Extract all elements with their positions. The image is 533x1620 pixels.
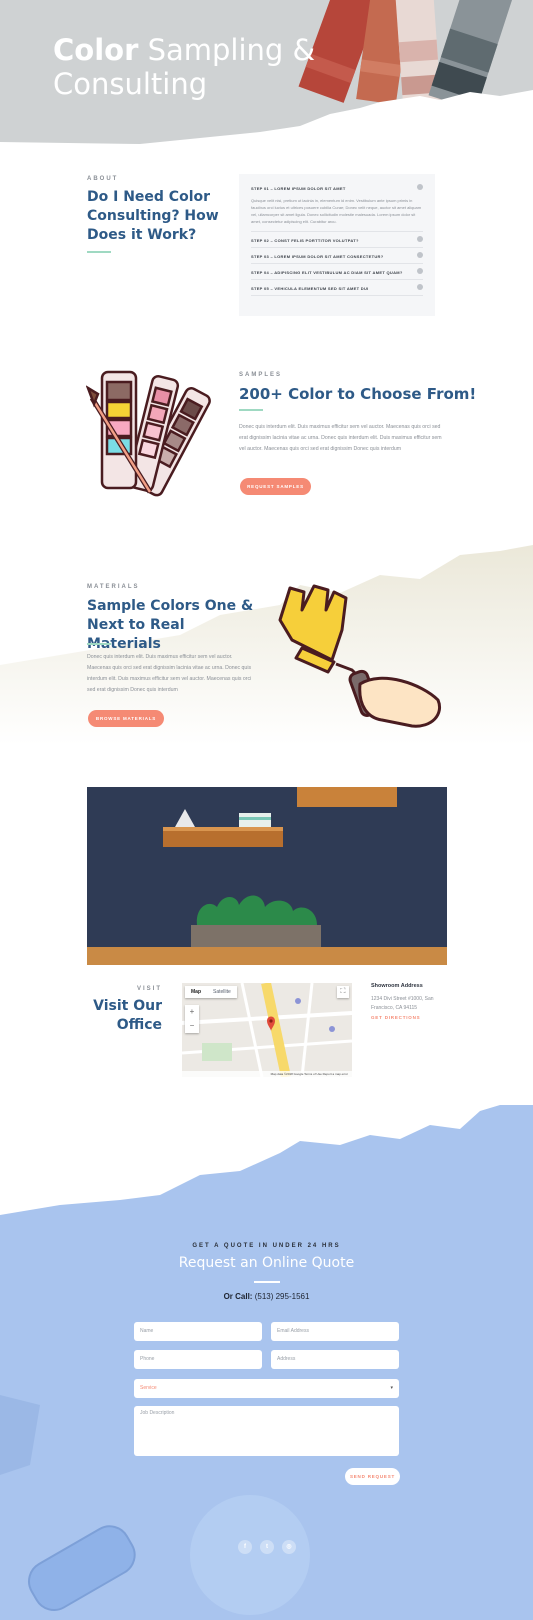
- chevron-down-icon: ▾: [390, 1385, 393, 1391]
- request-samples-button[interactable]: REQUEST SAMPLES: [240, 478, 311, 495]
- send-request-button[interactable]: SEND REQUEST: [345, 1468, 400, 1485]
- toggle-icon[interactable]: [417, 268, 423, 274]
- divider: [87, 643, 111, 645]
- twitter-icon[interactable]: t: [260, 1540, 274, 1554]
- fullscreen-icon[interactable]: ⛶: [337, 986, 349, 998]
- address-field[interactable]: Address: [271, 1350, 399, 1369]
- accordion-item[interactable]: STEP 03 – LOREM IPSUM DOLOR SIT AMET CON…: [251, 248, 423, 264]
- toggle-icon[interactable]: [417, 252, 423, 258]
- visit-title: Visit Our Office: [93, 998, 162, 1033]
- facebook-icon[interactable]: f: [238, 1540, 252, 1554]
- email-field[interactable]: Email Address: [271, 1322, 399, 1341]
- phone-number[interactable]: (513) 295-1561: [252, 1292, 310, 1301]
- service-value: Service: [140, 1385, 157, 1391]
- phone-field[interactable]: Phone: [134, 1350, 262, 1369]
- map-tab[interactable]: Map: [185, 986, 207, 998]
- materials-body: Donec quis interdum elit. Duis maximus e…: [87, 654, 252, 693]
- visit-eyebrow: VISIT: [136, 986, 162, 992]
- name-field[interactable]: Name: [134, 1322, 262, 1341]
- hero-title: Color Sampling & Consulting: [53, 33, 316, 101]
- job-description-field[interactable]: Job Description: [134, 1406, 399, 1456]
- quote-title: Request an Online Quote: [178, 1255, 355, 1271]
- about-eyebrow: ABOUT: [87, 176, 119, 182]
- divider: [239, 409, 263, 411]
- zoom-controls: + −: [185, 1005, 199, 1033]
- accordion-item[interactable]: STEP 04 – ADIPISCING ELIT VESTIBULUM AC …: [251, 264, 423, 280]
- materials-eyebrow: MATERIALS: [87, 584, 140, 590]
- service-select[interactable]: Service ▾: [134, 1379, 399, 1398]
- accordion-item-open[interactable]: STEP 01 – LOREM IPSUM DOLOR SIT AMET Qui…: [251, 182, 423, 232]
- satellite-tab[interactable]: Satellite: [207, 986, 237, 998]
- paint-roller-illustration: [278, 584, 441, 728]
- instagram-icon[interactable]: ◎: [282, 1540, 296, 1554]
- zoom-in-button[interactable]: +: [185, 1005, 199, 1019]
- samples-eyebrow: SAMPLES: [239, 372, 283, 378]
- accordion-title: STEP 01 – LOREM IPSUM DOLOR SIT AMET: [251, 186, 346, 191]
- map-type-tabs: Map Satellite: [185, 986, 237, 998]
- accordion-item[interactable]: STEP 05 – VEHICULA ELEMENTUM SED SIT AME…: [251, 280, 423, 296]
- address-body: 1234 Divi Street #1000, San Francisco, C…: [371, 996, 434, 1011]
- browse-materials-button[interactable]: BROWSE MATERIALS: [88, 710, 164, 727]
- samples-title: 200+ Color to Choose From!: [239, 385, 477, 403]
- call-label: Or Call:: [223, 1292, 253, 1301]
- zoom-out-button[interactable]: −: [185, 1019, 199, 1033]
- accordion-body: Quisque velit nisi, pretium ut lacinia i…: [251, 198, 422, 224]
- materials-title: Sample Colors One & Next to Real Materia…: [87, 598, 254, 652]
- map-footer: Map data ©2018 Google Terms of Use Repor…: [182, 1071, 352, 1077]
- toggle-icon[interactable]: [417, 236, 423, 242]
- call-line: Or Call: (513) 295-1561: [0, 1292, 533, 1301]
- faq-accordion: STEP 01 – LOREM IPSUM DOLOR SIT AMET Qui…: [239, 174, 435, 316]
- toggle-icon[interactable]: [417, 184, 423, 190]
- samples-body: Donec quis interdum elit. Duis maximus e…: [239, 424, 442, 452]
- shelf-photo: [87, 787, 447, 965]
- about-title: Do I Need Color Consulting? How Does it …: [87, 189, 219, 243]
- divider: [87, 251, 111, 253]
- toggle-icon[interactable]: [417, 284, 423, 290]
- quote-eyebrow: GET A QUOTE IN UNDER 24 HRS: [192, 1243, 341, 1249]
- accordion-item[interactable]: STEP 02 – CONST FELIS PORTTITOR VOLUTPAT…: [251, 232, 423, 248]
- materials-background: [0, 545, 533, 745]
- office-map[interactable]: Map Satellite ⛶ + − Map data ©2018 Googl…: [182, 983, 352, 1077]
- divider: [254, 1281, 280, 1283]
- get-directions-link[interactable]: GET DIRECTIONS: [371, 1015, 420, 1020]
- hero-section: Color Sampling & Consulting: [0, 0, 533, 147]
- address-title: Showroom Address: [371, 983, 423, 989]
- color-fan-illustration: [86, 370, 211, 497]
